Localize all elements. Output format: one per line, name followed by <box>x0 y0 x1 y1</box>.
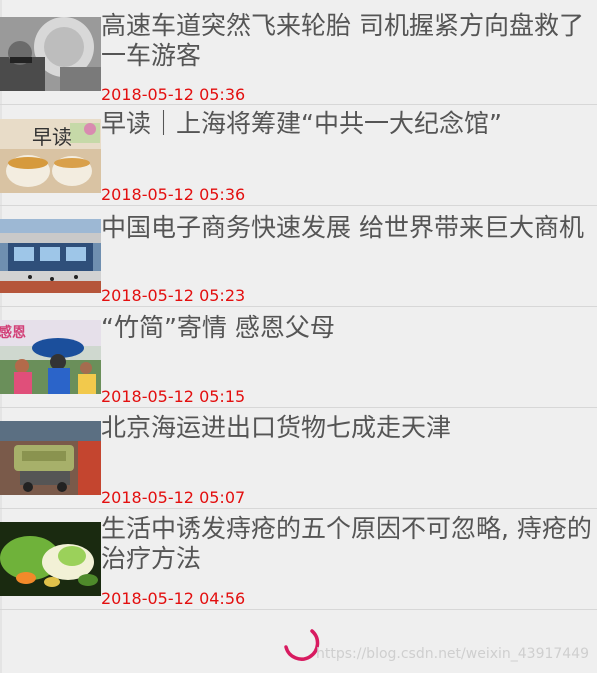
news-thumbnail-driver <box>0 17 101 91</box>
news-item[interactable]: 生活中诱发痔疮的五个原因不可忽略, 痔疮的治疗方法 2018-05-12 04:… <box>0 510 597 610</box>
news-thumbnail-machinery <box>0 421 101 495</box>
news-time: 2018-05-12 05:15 <box>101 387 246 406</box>
news-title: 生活中诱发痔疮的五个原因不可忽略, 痔疮的治疗方法 <box>101 514 592 573</box>
thumbnail-caption: 早读 <box>32 125 72 149</box>
news-item[interactable]: 早读 早读｜上海将筹建“中共一大纪念馆” 2018-05-12 05:36 <box>0 106 597 206</box>
news-time: 2018-05-12 05:36 <box>101 85 246 104</box>
news-thumbnail-crowd: 感恩 <box>0 320 101 394</box>
loading-spinner-icon <box>280 625 320 665</box>
news-thumbnail-vegetables <box>0 522 101 596</box>
news-item[interactable]: 北京海运进出口货物七成走天津 2018-05-12 05:07 <box>0 409 597 509</box>
thumbnail-caption: 感恩 <box>0 325 26 341</box>
news-item[interactable]: 中国电子商务快速发展 给世界带来巨大商机 2018-05-12 05:23 <box>0 207 597 307</box>
watermark-url: https://blog.csdn.net/weixin_43917449 <box>316 646 590 662</box>
news-time: 2018-05-12 05:23 <box>101 286 246 305</box>
news-list-screen: 高速车道突然飞来轮胎 司机握紧方向盘救了一车游客 2018-05-12 05:3… <box>0 0 597 673</box>
news-time: 2018-05-12 05:36 <box>101 185 246 204</box>
news-thumbnail-expo <box>0 219 101 293</box>
news-time: 2018-05-12 04:56 <box>101 589 246 608</box>
news-title: 中国电子商务快速发展 给世界带来巨大商机 <box>101 213 584 242</box>
news-title: 早读｜上海将筹建“中共一大纪念馆” <box>101 109 502 138</box>
news-item[interactable]: 高速车道突然飞来轮胎 司机握紧方向盘救了一车游客 2018-05-12 05:3… <box>0 5 597 105</box>
news-item[interactable]: 感恩 “竹简”寄情 感恩父母 2018-05-12 05:15 <box>0 308 597 408</box>
news-title: “竹简”寄情 感恩父母 <box>101 313 335 342</box>
news-title: 高速车道突然飞来轮胎 司机握紧方向盘救了一车游客 <box>101 11 584 70</box>
news-title: 北京海运进出口货物七成走天津 <box>101 413 452 442</box>
news-time: 2018-05-12 05:07 <box>101 488 246 507</box>
news-thumbnail-tea: 早读 <box>0 119 101 193</box>
